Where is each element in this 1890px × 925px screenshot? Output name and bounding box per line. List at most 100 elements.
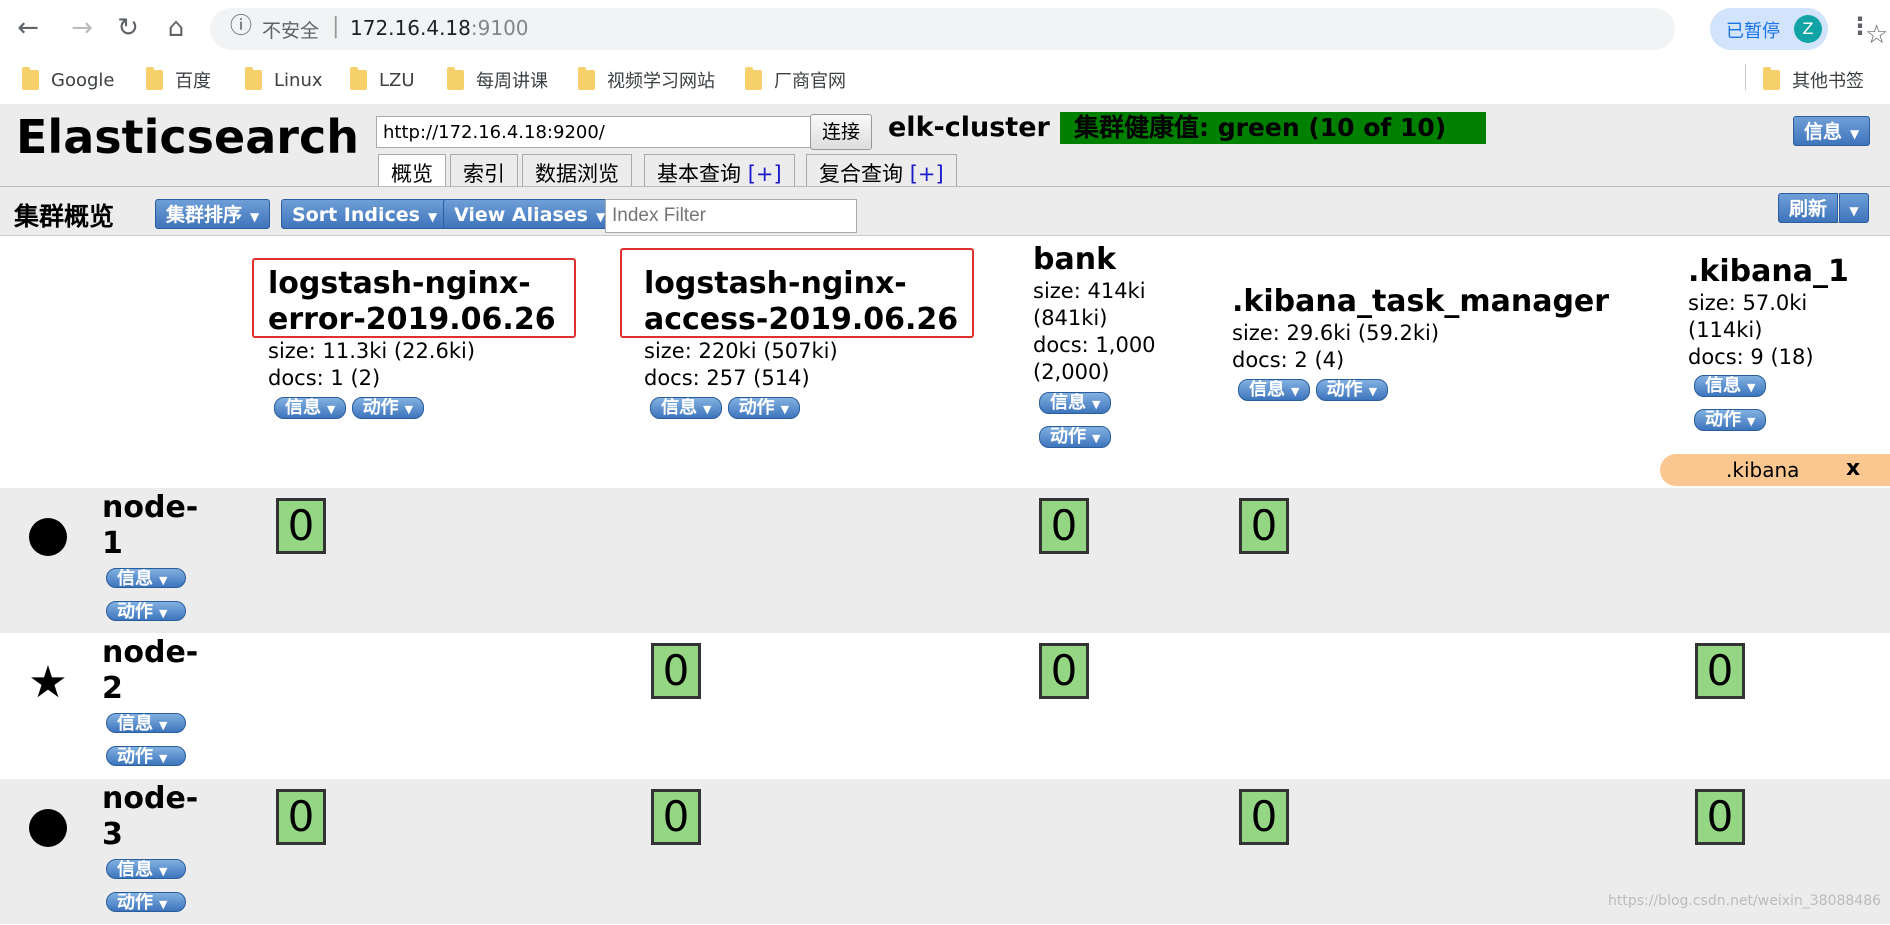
index-name[interactable]: logstash-nginx- (644, 266, 958, 302)
node-name[interactable]: node- 3 (102, 781, 222, 853)
folder-icon (146, 67, 163, 90)
app-title: Elasticsearch (16, 110, 359, 164)
connect-button[interactable]: 连接 (810, 114, 872, 150)
node-action-button[interactable]: 动作 ▼ (106, 601, 186, 621)
tab-indices[interactable]: 索引 (450, 154, 518, 189)
bookmark-baidu[interactable]: 百度 (146, 66, 211, 94)
index-docs-total: (2,000) (1033, 360, 1110, 384)
index-action-button[interactable]: 动作 ▼ (1694, 409, 1767, 431)
shard-box[interactable]: 0 (1239, 498, 1289, 554)
back-icon[interactable]: ← (10, 10, 46, 46)
index-info-button[interactable]: 信息 ▼ (274, 397, 347, 419)
folder-icon (22, 67, 39, 90)
more-menu-icon[interactable]: ⋮ (1848, 12, 1872, 40)
node-action-button[interactable]: 动作 ▼ (106, 892, 186, 912)
index-size: size: 57.0ki (1688, 291, 1808, 315)
address-bar[interactable]: ⓘ 不安全 | 172.16.4.18:9100 ☆ (210, 8, 1888, 50)
index-name[interactable]: .kibana_task_manager (1232, 284, 1609, 320)
index-docs: docs: 9 (18) (1688, 345, 1814, 369)
profile-paused-button[interactable]: 已暂停 Z (1710, 8, 1828, 50)
sort-indices-button[interactable]: Sort Indices ▼ (281, 199, 449, 229)
index-size: size: 220ki (507ki) (644, 339, 838, 363)
index-name[interactable]: logstash-nginx- (268, 266, 556, 302)
app-header: Elasticsearch 连接 elk-cluster 集群健康值: gree… (0, 104, 1890, 191)
index-column: .kibana_task_manager size: 29.6ki (59.2k… (1232, 284, 1609, 401)
reload-icon[interactable]: ↻ (110, 10, 146, 46)
separator: | (332, 14, 340, 39)
info-menu-button[interactable]: 信息 ▼ (1793, 116, 1871, 146)
star-icon: ★ (28, 657, 68, 708)
shard-box[interactable]: 0 (651, 789, 701, 845)
index-column: .kibana_1 size: 57.0ki (114ki) docs: 9 (… (1688, 254, 1849, 431)
cluster-sort-button[interactable]: 集群排序 ▼ (155, 199, 271, 229)
overview-toolbar: 集群概览 集群排序▼ Sort Indices▼ View Aliases▼ 刷… (0, 186, 1890, 236)
index-info-button[interactable]: 信息 ▼ (1238, 379, 1311, 401)
index-info-button[interactable]: 信息 ▼ (650, 397, 723, 419)
bookmark-other[interactable]: 其他书签 (1763, 66, 1864, 94)
index-size: size: 414ki (1033, 279, 1146, 303)
node-info-button[interactable]: 信息 ▼ (106, 859, 186, 879)
folder-icon (447, 67, 464, 90)
index-column: logstash-nginx- error-2019.06.26 size: 1… (268, 266, 556, 419)
shard-box[interactable]: 0 (1039, 643, 1089, 699)
bookmark-google[interactable]: Google (22, 66, 114, 94)
info-icon[interactable]: ⓘ (228, 14, 254, 40)
index-action-button[interactable]: 动作 ▼ (351, 397, 425, 419)
index-info-button[interactable]: 信息 ▼ (1694, 375, 1767, 397)
tab-basic-query[interactable]: 基本查询 [+] (644, 154, 795, 189)
node-action-button[interactable]: 动作 ▼ (106, 746, 186, 766)
bookmarks-bar: Google 百度 Linux LZU 每周讲课 视频学习网站 厂商官网 其他书… (0, 60, 1890, 100)
connection-url-input[interactable] (376, 116, 820, 148)
shard-box[interactable]: 0 (1239, 789, 1289, 845)
home-icon[interactable]: ⌂ (158, 10, 194, 46)
node-name[interactable]: node- 1 (102, 490, 222, 562)
shard-box[interactable]: 0 (276, 498, 326, 554)
shard-box[interactable]: 0 (276, 789, 326, 845)
index-docs: docs: 1,000 (1033, 333, 1156, 357)
index-size: size: 29.6ki (59.2ki) (1232, 321, 1440, 345)
refresh-button[interactable]: 刷新 (1778, 193, 1838, 223)
alias-close-button[interactable]: x (1846, 456, 1860, 481)
alias-tag[interactable]: .kibana x (1660, 454, 1890, 486)
forward-icon[interactable]: → (64, 10, 100, 46)
folder-icon (245, 67, 262, 90)
url-text[interactable]: 172.16.4.18:9100 (350, 16, 529, 40)
index-action-button[interactable]: 动作 ▼ (727, 397, 801, 419)
tab-browser[interactable]: 数据浏览 (522, 154, 632, 189)
index-name[interactable]: bank (1033, 242, 1156, 278)
node-row: ★ node- 2 信息 ▼ 动作 ▼ 0 0 0 (0, 633, 1890, 778)
index-info-button[interactable]: 信息 ▼ (1039, 392, 1112, 414)
tab-compound-query[interactable]: 复合查询 [+] (806, 154, 957, 189)
index-name[interactable]: error-2019.06.26 (268, 302, 556, 338)
node-name[interactable]: node- 2 (102, 635, 222, 707)
shard-box[interactable]: 0 (1695, 789, 1745, 845)
index-filter-input[interactable] (605, 199, 857, 233)
shard-box[interactable]: 0 (1695, 643, 1745, 699)
index-action-button[interactable]: 动作 ▼ (1315, 379, 1389, 401)
circle-icon (28, 518, 68, 558)
node-info-button[interactable]: 信息 ▼ (106, 713, 186, 733)
bookmark-lzu[interactable]: LZU (350, 66, 415, 94)
bookmark-weekly[interactable]: 每周讲课 (447, 66, 548, 94)
shard-box[interactable]: 0 (1039, 498, 1089, 554)
overview-title: 集群概览 (14, 202, 115, 231)
shard-box[interactable]: 0 (651, 643, 701, 699)
index-action-button[interactable]: 动作 ▼ (1039, 426, 1112, 448)
bookmark-linux[interactable]: Linux (245, 66, 323, 94)
bookmark-video[interactable]: 视频学习网站 (578, 66, 715, 94)
circle-icon (28, 809, 68, 849)
index-name[interactable]: .kibana_1 (1688, 254, 1849, 290)
bookmark-vendor[interactable]: 厂商官网 (745, 66, 846, 94)
view-aliases-button[interactable]: View Aliases ▼ (443, 199, 617, 229)
folder-icon (745, 67, 762, 90)
insecure-label: 不安全 (262, 20, 320, 42)
index-column: bank size: 414ki (841ki) docs: 1,000 (2,… (1033, 242, 1156, 448)
node-row: node- 3 信息 ▼ 动作 ▼ 0 0 0 0 (0, 779, 1890, 924)
index-column: logstash-nginx- access-2019.06.26 size: … (644, 266, 958, 419)
node-row: node- 1 信息 ▼ 动作 ▼ 0 0 0 (0, 488, 1890, 633)
node-info-button[interactable]: 信息 ▼ (106, 568, 186, 588)
index-name[interactable]: access-2019.06.26 (644, 302, 958, 338)
index-size-total: (114ki) (1688, 318, 1763, 342)
index-size: size: 11.3ki (22.6ki) (268, 339, 476, 363)
refresh-dropdown-button[interactable]: ▼ (1839, 193, 1869, 223)
